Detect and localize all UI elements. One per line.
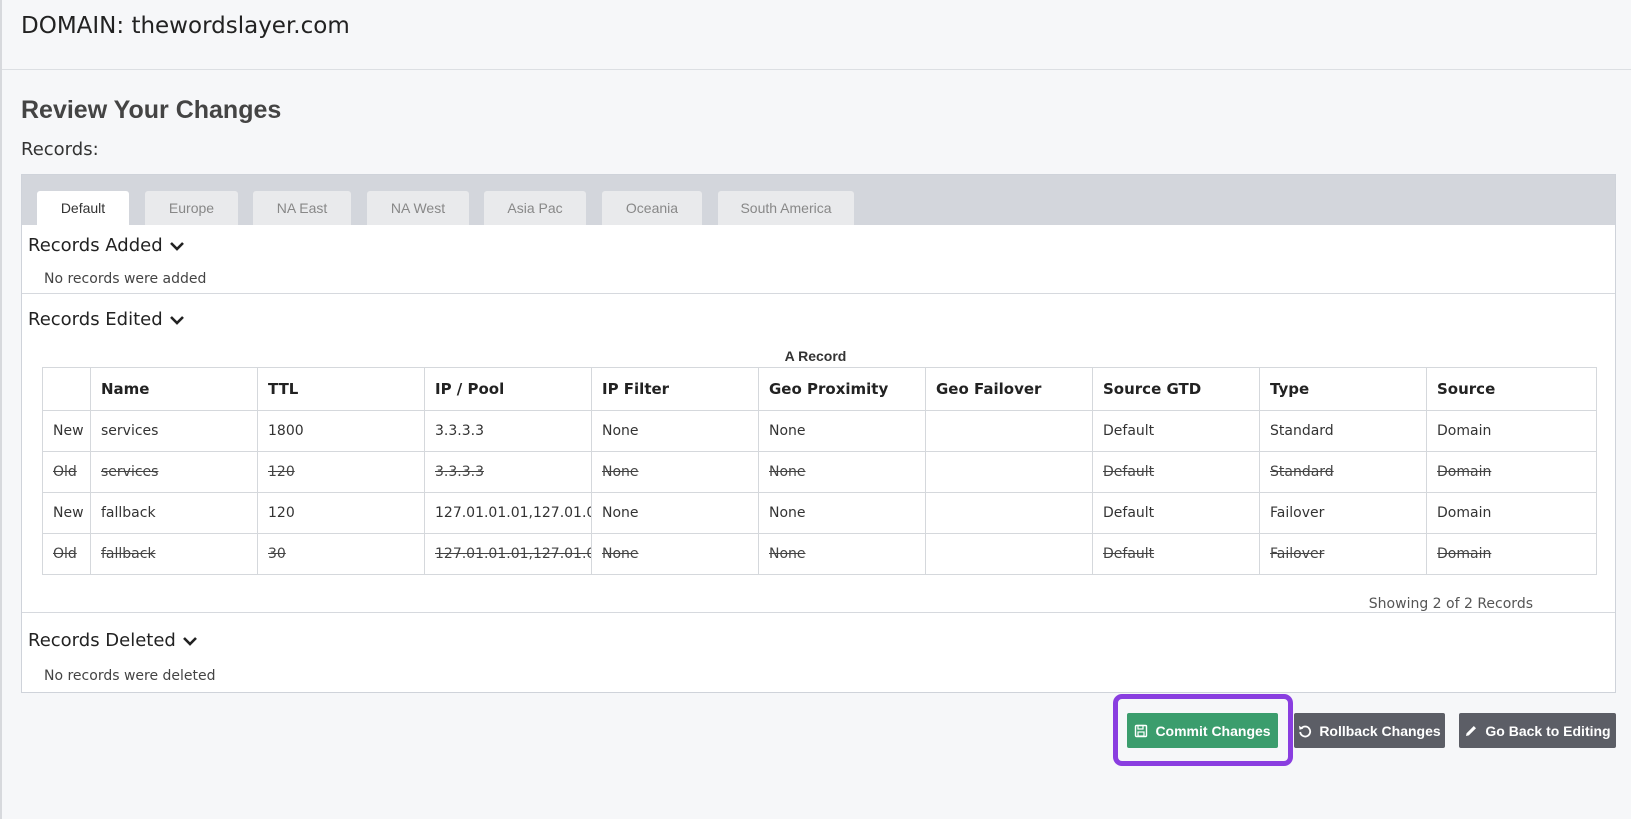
records-edited-toggle[interactable]: Records Edited [28, 309, 185, 330]
records-count: Showing 2 of 2 Records [1368, 596, 1533, 612]
records-added-empty: No records were added [44, 271, 207, 287]
table-cell: Standard [1259, 451, 1427, 493]
table-cell: None [758, 492, 926, 534]
undo-icon [1299, 725, 1312, 737]
chevron-down-icon [169, 315, 184, 325]
go-back-to-editing-label: Go Back to Editing [1485, 722, 1611, 739]
table-row: Old services 120 3.3.3.3 None None Defau… [42, 451, 1597, 493]
records-edited-title: Records Edited [28, 309, 163, 330]
table-caption: A Record [784, 348, 847, 364]
tab-oceania[interactable]: Oceania [602, 191, 702, 225]
domain-title: DOMAIN: thewordslayer.com [21, 13, 350, 39]
divider [22, 293, 1615, 294]
table-row: Old fallback 30 127.01.01.01,127.01.01.0… [42, 533, 1597, 575]
table-cell: Domain [1426, 492, 1597, 534]
column-header-source: Source [1426, 367, 1597, 411]
table-cell: None [591, 410, 759, 452]
tab-asia-pac[interactable]: Asia Pac [484, 191, 586, 225]
table-cell: Domain [1426, 410, 1597, 452]
chevron-down-icon [182, 636, 197, 646]
rollback-changes-label: Rollback Changes [1319, 722, 1441, 739]
table-cell: None [758, 451, 926, 493]
records-deleted-title: Records Deleted [28, 630, 176, 651]
records-added-toggle[interactable]: Records Added [28, 235, 185, 256]
table-cell: fallback [90, 533, 258, 575]
table-cell: Failover [1259, 533, 1427, 575]
column-header [42, 367, 91, 411]
table-cell: None [591, 492, 759, 534]
tab-na-east[interactable]: NA East [253, 191, 351, 225]
records-deleted-toggle[interactable]: Records Deleted [28, 630, 198, 651]
a-record-table: Name TTL IP / Pool IP Filter Geo Proximi… [42, 367, 1597, 575]
records-added-title: Records Added [28, 235, 163, 256]
table-cell: 1800 [257, 410, 425, 452]
table-cell: Domain [1426, 451, 1597, 493]
table-cell: Standard [1259, 410, 1427, 452]
table-cell: None [591, 533, 759, 575]
column-header-geo-proximity: Geo Proximity [758, 367, 926, 411]
table-cell: Old [42, 533, 91, 575]
table-cell: 127.01.01.01,127.01.01.01 [424, 533, 592, 575]
table-row: New fallback 120 127.01.01.01,127.01.01.… [42, 492, 1597, 534]
save-icon [1135, 724, 1148, 737]
table-cell [925, 492, 1093, 534]
tab-na-west[interactable]: NA West [367, 191, 469, 225]
table-cell: services [90, 410, 258, 452]
table-cell: 120 [257, 451, 425, 493]
table-cell: services [90, 451, 258, 493]
table-cell: Default [1092, 492, 1260, 534]
table-cell: Default [1092, 410, 1260, 452]
table-cell: New [42, 410, 91, 452]
records-label: Records: [21, 139, 99, 160]
rollback-changes-button[interactable]: Rollback Changes [1294, 713, 1445, 748]
table-cell: New [42, 492, 91, 534]
table-cell: fallback [90, 492, 258, 534]
commit-changes-label: Commit Changes [1155, 722, 1271, 739]
column-header-ip-pool: IP / Pool [424, 367, 592, 411]
left-border [0, 0, 2, 819]
column-header-type: Type [1259, 367, 1427, 411]
chevron-down-icon [169, 241, 184, 251]
column-header-name: Name [90, 367, 258, 411]
table-cell: Domain [1426, 533, 1597, 575]
region-tabs: Default Europe NA East NA West Asia Pac … [22, 175, 1615, 225]
table-cell [925, 451, 1093, 493]
table-cell: Old [42, 451, 91, 493]
table-cell: 3.3.3.3 [424, 410, 592, 452]
page-title: Review Your Changes [21, 96, 282, 124]
go-back-to-editing-button[interactable]: Go Back to Editing [1459, 713, 1616, 748]
table-cell [925, 533, 1093, 575]
table-cell: None [591, 451, 759, 493]
table-cell: 127.01.01.01,127.01.01.01 [424, 492, 592, 534]
table-cell: Default [1092, 451, 1260, 493]
table-cell: 30 [257, 533, 425, 575]
divider [22, 612, 1615, 613]
tab-default[interactable]: Default [37, 191, 129, 225]
table-cell: 120 [257, 492, 425, 534]
table-header-row: Name TTL IP / Pool IP Filter Geo Proximi… [42, 367, 1597, 411]
table-cell [925, 410, 1093, 452]
pencil-icon [1466, 725, 1477, 736]
column-header-source-gtd: Source GTD [1092, 367, 1260, 411]
table-row: New services 1800 3.3.3.3 None None Defa… [42, 410, 1597, 452]
table-cell: None [758, 410, 926, 452]
commit-changes-button[interactable]: Commit Changes [1127, 713, 1278, 748]
tab-south-america[interactable]: South America [718, 191, 854, 225]
table-cell: Default [1092, 533, 1260, 575]
tab-europe[interactable]: Europe [145, 191, 238, 225]
records-deleted-empty: No records were deleted [44, 668, 216, 684]
column-header-ttl: TTL [257, 367, 425, 411]
column-header-ip-filter: IP Filter [591, 367, 759, 411]
table-cell: None [758, 533, 926, 575]
table-cell: 3.3.3.3 [424, 451, 592, 493]
column-header-geo-failover: Geo Failover [925, 367, 1093, 411]
domain-header: DOMAIN: thewordslayer.com [0, 0, 1631, 70]
table-cell: Failover [1259, 492, 1427, 534]
